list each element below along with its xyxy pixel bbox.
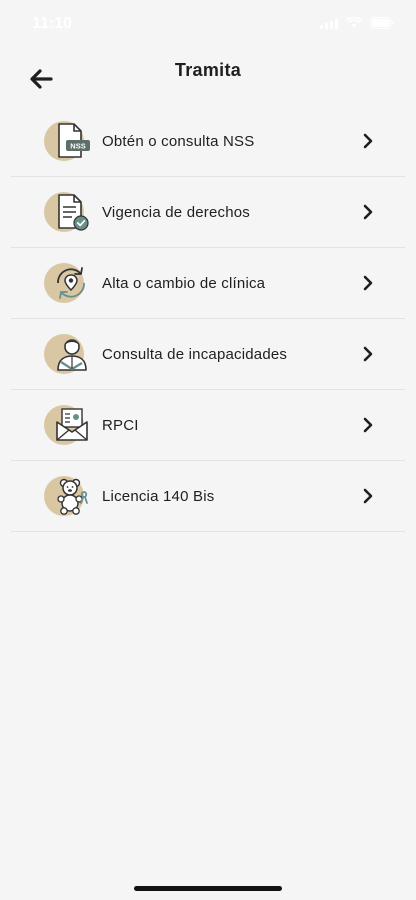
chevron-right-icon [363, 488, 373, 504]
document-check-icon [44, 191, 92, 233]
menu-list: NSS Obtén o consulta NSS Vigencia de der… [11, 106, 405, 532]
chevron-right-icon [363, 204, 373, 220]
menu-item-label: Obtén o consulta NSS [102, 132, 255, 150]
menu-item-vigencia[interactable]: Vigencia de derechos [11, 177, 405, 248]
chevron-right-icon [363, 133, 373, 149]
menu-item-incapacidades[interactable]: Consulta de incapacidades [11, 319, 405, 390]
home-indicator[interactable] [134, 886, 282, 891]
menu-item-nss[interactable]: NSS Obtén o consulta NSS [11, 106, 405, 177]
status-time: 11:10 [32, 15, 73, 32]
status-bar: 11:10 [0, 0, 416, 44]
status-icons [320, 17, 394, 29]
battery-icon [370, 17, 394, 29]
teddy-bear-ribbon-icon [44, 475, 92, 517]
envelope-document-icon [44, 404, 92, 446]
chevron-right-icon [363, 346, 373, 362]
menu-item-licencia[interactable]: Licencia 140 Bis [11, 461, 405, 532]
cellular-signal-icon [320, 19, 338, 29]
nss-badge-label: NSS [70, 142, 85, 151]
chevron-right-icon [363, 417, 373, 433]
header: Tramita [0, 52, 416, 102]
nss-document-icon: NSS [44, 120, 92, 162]
menu-item-label: RPCI [102, 416, 139, 434]
menu-item-label: Consulta de incapacidades [102, 345, 288, 363]
menu-item-rpci[interactable]: RPCI [11, 390, 405, 461]
location-refresh-icon [44, 262, 92, 304]
menu-item-clinica[interactable]: Alta o cambio de clínica [11, 248, 405, 319]
menu-item-label: Vigencia de derechos [102, 203, 250, 221]
chevron-right-icon [363, 275, 373, 291]
injured-person-icon [44, 333, 92, 375]
menu-item-label: Alta o cambio de clínica [102, 274, 266, 292]
menu-item-label: Licencia 140 Bis [102, 487, 215, 505]
wifi-icon [346, 17, 362, 28]
page-title: Tramita [174, 60, 242, 80]
